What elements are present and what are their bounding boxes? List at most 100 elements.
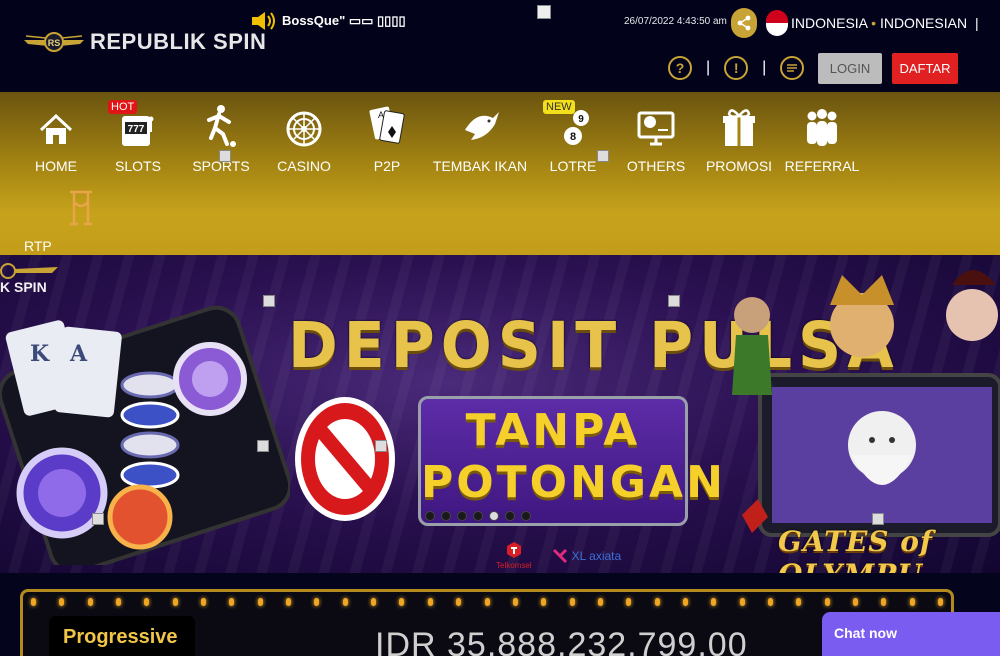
help-icon[interactable]: ? xyxy=(668,56,692,80)
light xyxy=(87,598,93,606)
indonesia-flag-icon[interactable] xyxy=(766,10,788,36)
brand-logo[interactable]: RS REPUBLIK SPIN xyxy=(22,28,266,56)
share-icon xyxy=(737,15,751,31)
house-icon xyxy=(39,113,73,144)
info-icon[interactable]: ! xyxy=(724,56,749,80)
light xyxy=(909,598,915,606)
nav-item-casino[interactable]: CASINO xyxy=(264,104,344,174)
nav-item-sports[interactable]: SPORTS xyxy=(181,104,261,174)
banner-logo: K SPIN xyxy=(0,259,60,295)
nav-item-slots[interactable]: HOT 777 SLOTS xyxy=(98,100,178,174)
svg-text:A: A xyxy=(378,110,384,120)
wings-logo-icon: RS xyxy=(24,32,84,52)
nav-label: REFERRAL xyxy=(784,158,860,174)
banner-line1: TANPA xyxy=(465,405,641,456)
light xyxy=(767,598,773,606)
light xyxy=(257,598,263,606)
marquee-lights xyxy=(31,598,943,606)
lottery-balls-icon: 98 xyxy=(564,110,589,145)
partner1-label: Telkomsel xyxy=(496,561,532,570)
carousel-dot[interactable] xyxy=(425,511,435,521)
light xyxy=(569,598,575,606)
telkomsel-logo: Telkomsel xyxy=(496,541,532,570)
page: RS REPUBLIK SPIN BossQue" ▭▭ ▯▯▯▯ 26/07/… xyxy=(0,0,1000,656)
carousel-dot[interactable] xyxy=(473,511,483,521)
broken-image-icon xyxy=(597,150,609,162)
nav-label: P2P xyxy=(373,158,401,174)
light xyxy=(852,598,858,606)
broken-image-icon xyxy=(263,295,275,307)
nav-item-p2p[interactable]: A P2P xyxy=(347,104,427,174)
wings-logo-icon xyxy=(0,263,58,279)
carousel-dot[interactable] xyxy=(441,511,451,521)
partner-logos: Telkomsel XL axiata xyxy=(496,541,621,570)
light xyxy=(144,598,150,606)
chat-bubble-icon[interactable] xyxy=(780,56,805,80)
nav-item-home[interactable]: HOME xyxy=(16,104,96,174)
divider: | xyxy=(706,59,711,76)
light xyxy=(116,598,122,606)
cards-icon: A xyxy=(369,106,405,144)
slot-machine-icon: 777 xyxy=(122,116,154,146)
banner-logo-text: K SPIN xyxy=(0,279,47,295)
carousel-dot[interactable] xyxy=(521,511,531,521)
broken-image-icon xyxy=(219,150,231,162)
xl-axiata-icon xyxy=(552,548,567,563)
register-button[interactable]: DAFTAR xyxy=(892,53,958,84)
nav-item-promosi[interactable]: PROMOSI xyxy=(699,104,779,174)
light xyxy=(286,598,292,606)
language-country: INDONESIA xyxy=(791,15,868,31)
login-button[interactable]: LOGIN xyxy=(818,53,882,84)
datetime-display: 26/07/2022 4:43:50 am xyxy=(624,16,727,27)
light xyxy=(739,598,745,606)
language-selector[interactable]: INDONESIA • INDONESIAN | xyxy=(791,15,979,31)
light xyxy=(314,598,320,606)
top-header: RS REPUBLIK SPIN BossQue" ▭▭ ▯▯▯▯ 26/07/… xyxy=(0,0,1000,92)
light xyxy=(541,598,547,606)
broken-image-icon xyxy=(872,513,884,525)
banner-line2: POTONGAN xyxy=(421,457,726,508)
tanpa-text: TANPA POTONGAN xyxy=(421,405,726,509)
carousel-dot-active[interactable] xyxy=(489,511,499,521)
language-name: INDONESIAN xyxy=(879,15,968,31)
chat-now-button[interactable]: Chat now xyxy=(822,612,1000,656)
brand-name: REPUBLIK SPIN xyxy=(90,29,267,54)
soccer-player-icon xyxy=(207,105,236,147)
rtp-logo-icon xyxy=(70,190,92,226)
light xyxy=(512,598,518,606)
carousel-dots xyxy=(425,511,531,521)
header-icon-row: ? | ! | | xyxy=(668,56,836,80)
no-entry-icon xyxy=(295,397,395,521)
light xyxy=(626,598,632,606)
game-title: GATES of OLYMPU xyxy=(778,525,933,573)
carousel-dot[interactable] xyxy=(505,511,515,521)
promo-banner[interactable]: K SPIN K A DEPOSIT PULSA TANPA POTONGAN … xyxy=(0,255,1000,573)
carousel-dot[interactable] xyxy=(457,511,467,521)
people-icon xyxy=(807,109,837,146)
progressive-jackpot-frame: Progressive IDR 35,888,232,799.00 xyxy=(20,589,954,656)
svg-text:777: 777 xyxy=(128,124,145,135)
light xyxy=(796,598,802,606)
nav-item-referral[interactable]: REFERRAL xyxy=(782,104,862,174)
main-nav: HOME HOT 777 SLOTS SPORTS CASINO A P2P T… xyxy=(0,92,1000,270)
divider: | xyxy=(762,59,767,76)
roulette-icon xyxy=(286,111,322,147)
light xyxy=(399,598,405,606)
share-button[interactable] xyxy=(731,8,757,38)
gift-icon xyxy=(723,109,755,146)
broken-image-icon xyxy=(257,440,269,452)
svg-text:RS: RS xyxy=(48,38,61,48)
nav-item-others[interactable]: OTHERS xyxy=(616,104,696,174)
xl-axiata-logo: XL axiata xyxy=(552,548,621,564)
light xyxy=(654,598,660,606)
nav-label: TEMBAK IKAN xyxy=(432,158,528,174)
nav-label: SLOTS xyxy=(115,158,161,174)
svg-text:9: 9 xyxy=(578,114,584,125)
phone-chips-art: K A xyxy=(0,305,290,565)
light xyxy=(484,598,490,606)
light xyxy=(881,598,887,606)
nav-item-lotre[interactable]: NEW 98 LOTRE xyxy=(533,100,613,174)
gates-olympus-art xyxy=(732,270,1000,537)
light xyxy=(59,598,65,606)
nav-item-tembak-ikan[interactable]: TEMBAK IKAN xyxy=(432,104,528,174)
